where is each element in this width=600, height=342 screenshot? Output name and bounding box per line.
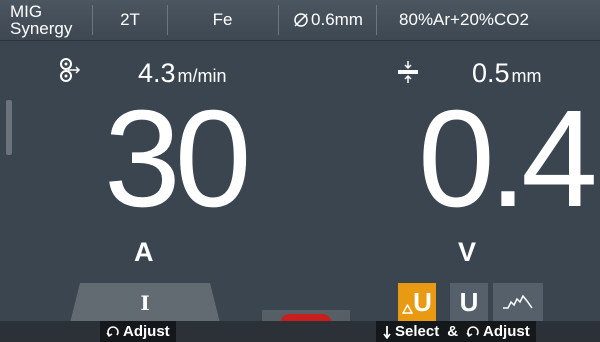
divider <box>278 5 279 35</box>
thickness-icon <box>398 61 418 83</box>
select-adjust-hint: Select & Adjust <box>376 321 536 342</box>
tab-current[interactable]: I <box>70 283 220 323</box>
wire-feed-icon <box>60 58 81 82</box>
divider <box>92 5 93 35</box>
process-mode[interactable]: MIG Synergy <box>10 0 88 40</box>
adjust-hint-left: Adjust <box>100 321 176 342</box>
voltage-value: 0.4 <box>418 82 598 236</box>
footer-bar: Adjust Select & Adjust <box>0 321 600 342</box>
down-arrow-icon <box>383 325 391 339</box>
delta-icon <box>402 304 414 314</box>
shielding-gas[interactable]: 80%Ar+20%CO2 <box>379 0 549 40</box>
divider <box>167 5 168 35</box>
diameter-icon <box>294 13 308 27</box>
rotate-knob-icon <box>466 325 479 337</box>
delta-u-button[interactable]: U <box>398 283 436 321</box>
current-value: 30 <box>104 82 251 236</box>
process-line1: MIG <box>10 2 43 21</box>
adjust-left-label: Adjust <box>123 323 170 340</box>
side-handle[interactable] <box>6 100 12 155</box>
material[interactable]: Fe <box>170 0 275 40</box>
current-unit: A <box>134 237 154 267</box>
process-line2: Synergy <box>10 19 73 38</box>
ramp-button[interactable] <box>493 283 543 321</box>
u-label: U <box>459 286 479 317</box>
divider <box>376 5 377 35</box>
tab-current-label: I <box>140 291 150 315</box>
wire-diameter-value: 0.6mm <box>311 10 363 29</box>
u-button[interactable]: U <box>450 283 488 321</box>
trigger-mode[interactable]: 2T <box>95 0 165 40</box>
status-header: MIG Synergy 2T Fe 0.6mm 80%Ar+20%CO2 <box>0 0 600 41</box>
select-label: Select <box>395 323 440 340</box>
wire-diameter[interactable]: 0.6mm <box>282 0 374 40</box>
rotate-knob-icon <box>106 325 119 337</box>
adjust-right-label: Adjust <box>483 323 530 340</box>
delta-u-label: U <box>413 286 432 317</box>
ramp-icon <box>503 294 533 309</box>
and-label: & <box>447 323 459 340</box>
voltage-unit: V <box>458 237 477 267</box>
